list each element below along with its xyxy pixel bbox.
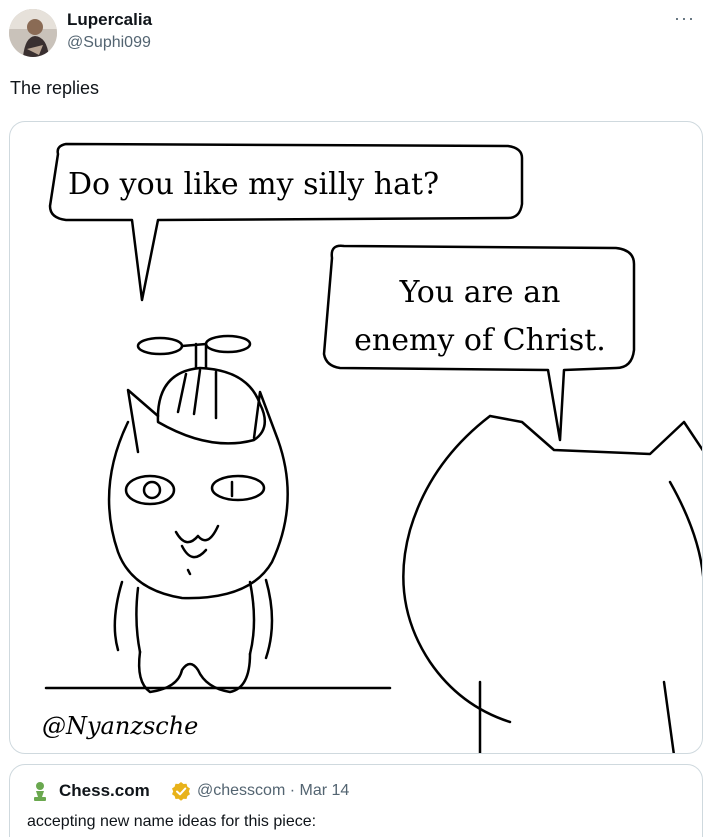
propeller-icon	[136, 334, 252, 370]
quote-date[interactable]: Mar 14	[300, 782, 350, 799]
cat-right-outline	[402, 414, 702, 724]
quote-author-handle[interactable]: @chesscom	[197, 782, 285, 799]
meta-separator: ·	[289, 782, 296, 799]
comic-drawing: Do you like my silly hat? You are an ene…	[42, 142, 702, 753]
cat-left-mouth	[174, 524, 220, 544]
quote-author-name[interactable]: Chess.com	[59, 781, 150, 801]
author-avatar[interactable]	[9, 9, 57, 57]
tweet-header: Lupercalia @Suphi099 ···	[0, 0, 709, 70]
bubble-left-text: Do you like my silly hat?	[68, 167, 439, 202]
cat-left-eye-left	[124, 474, 176, 506]
verified-badge-icon	[172, 782, 190, 801]
quote-text: accepting new name ideas for this piece:	[27, 813, 317, 830]
chess-pawn-icon	[34, 782, 46, 801]
quote-meta: @chesscom · Mar 14	[197, 782, 349, 800]
cat-left-eye-right	[210, 474, 266, 502]
bubble-right-text-line2: enemy of Christ.	[354, 323, 606, 358]
comic-image[interactable]: Do you like my silly hat? You are an ene…	[9, 121, 703, 754]
bubble-right-text-line1: You are an	[399, 275, 561, 310]
artist-signature: @Nyanzsche	[42, 712, 198, 740]
author-name[interactable]: Lupercalia	[67, 10, 152, 30]
more-options-icon[interactable]: ···	[674, 8, 695, 29]
author-handle[interactable]: @Suphi099	[67, 34, 151, 52]
quoted-tweet[interactable]: Chess.com @chesscom · Mar 14 accepting n…	[9, 764, 703, 837]
beanie-cap	[156, 366, 267, 445]
tweet-text: The replies	[10, 78, 100, 98]
